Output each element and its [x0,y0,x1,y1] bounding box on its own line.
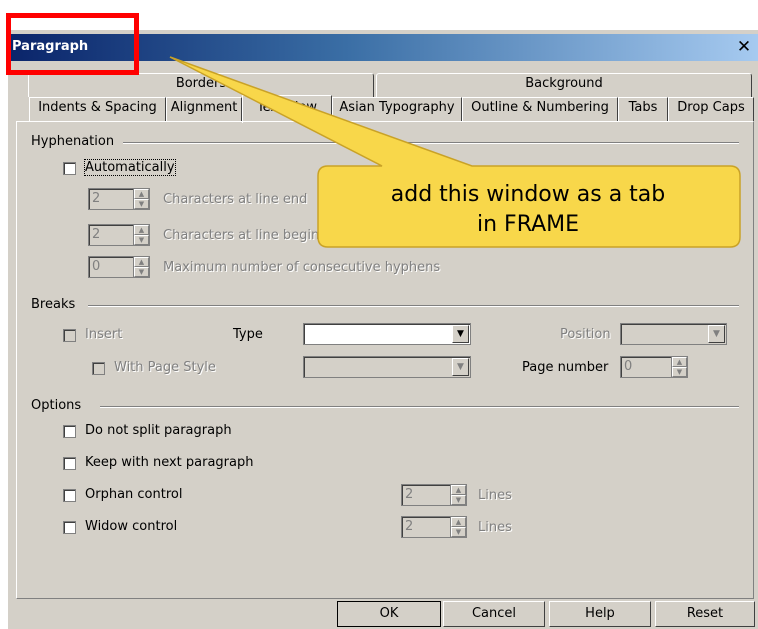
callout-line-2: in FRAME [476,212,580,237]
callout-shape [169,56,741,248]
callout-line-1: add this window as a tab [390,182,666,207]
callout-text: add this window as a tab in FRAME [318,180,738,240]
